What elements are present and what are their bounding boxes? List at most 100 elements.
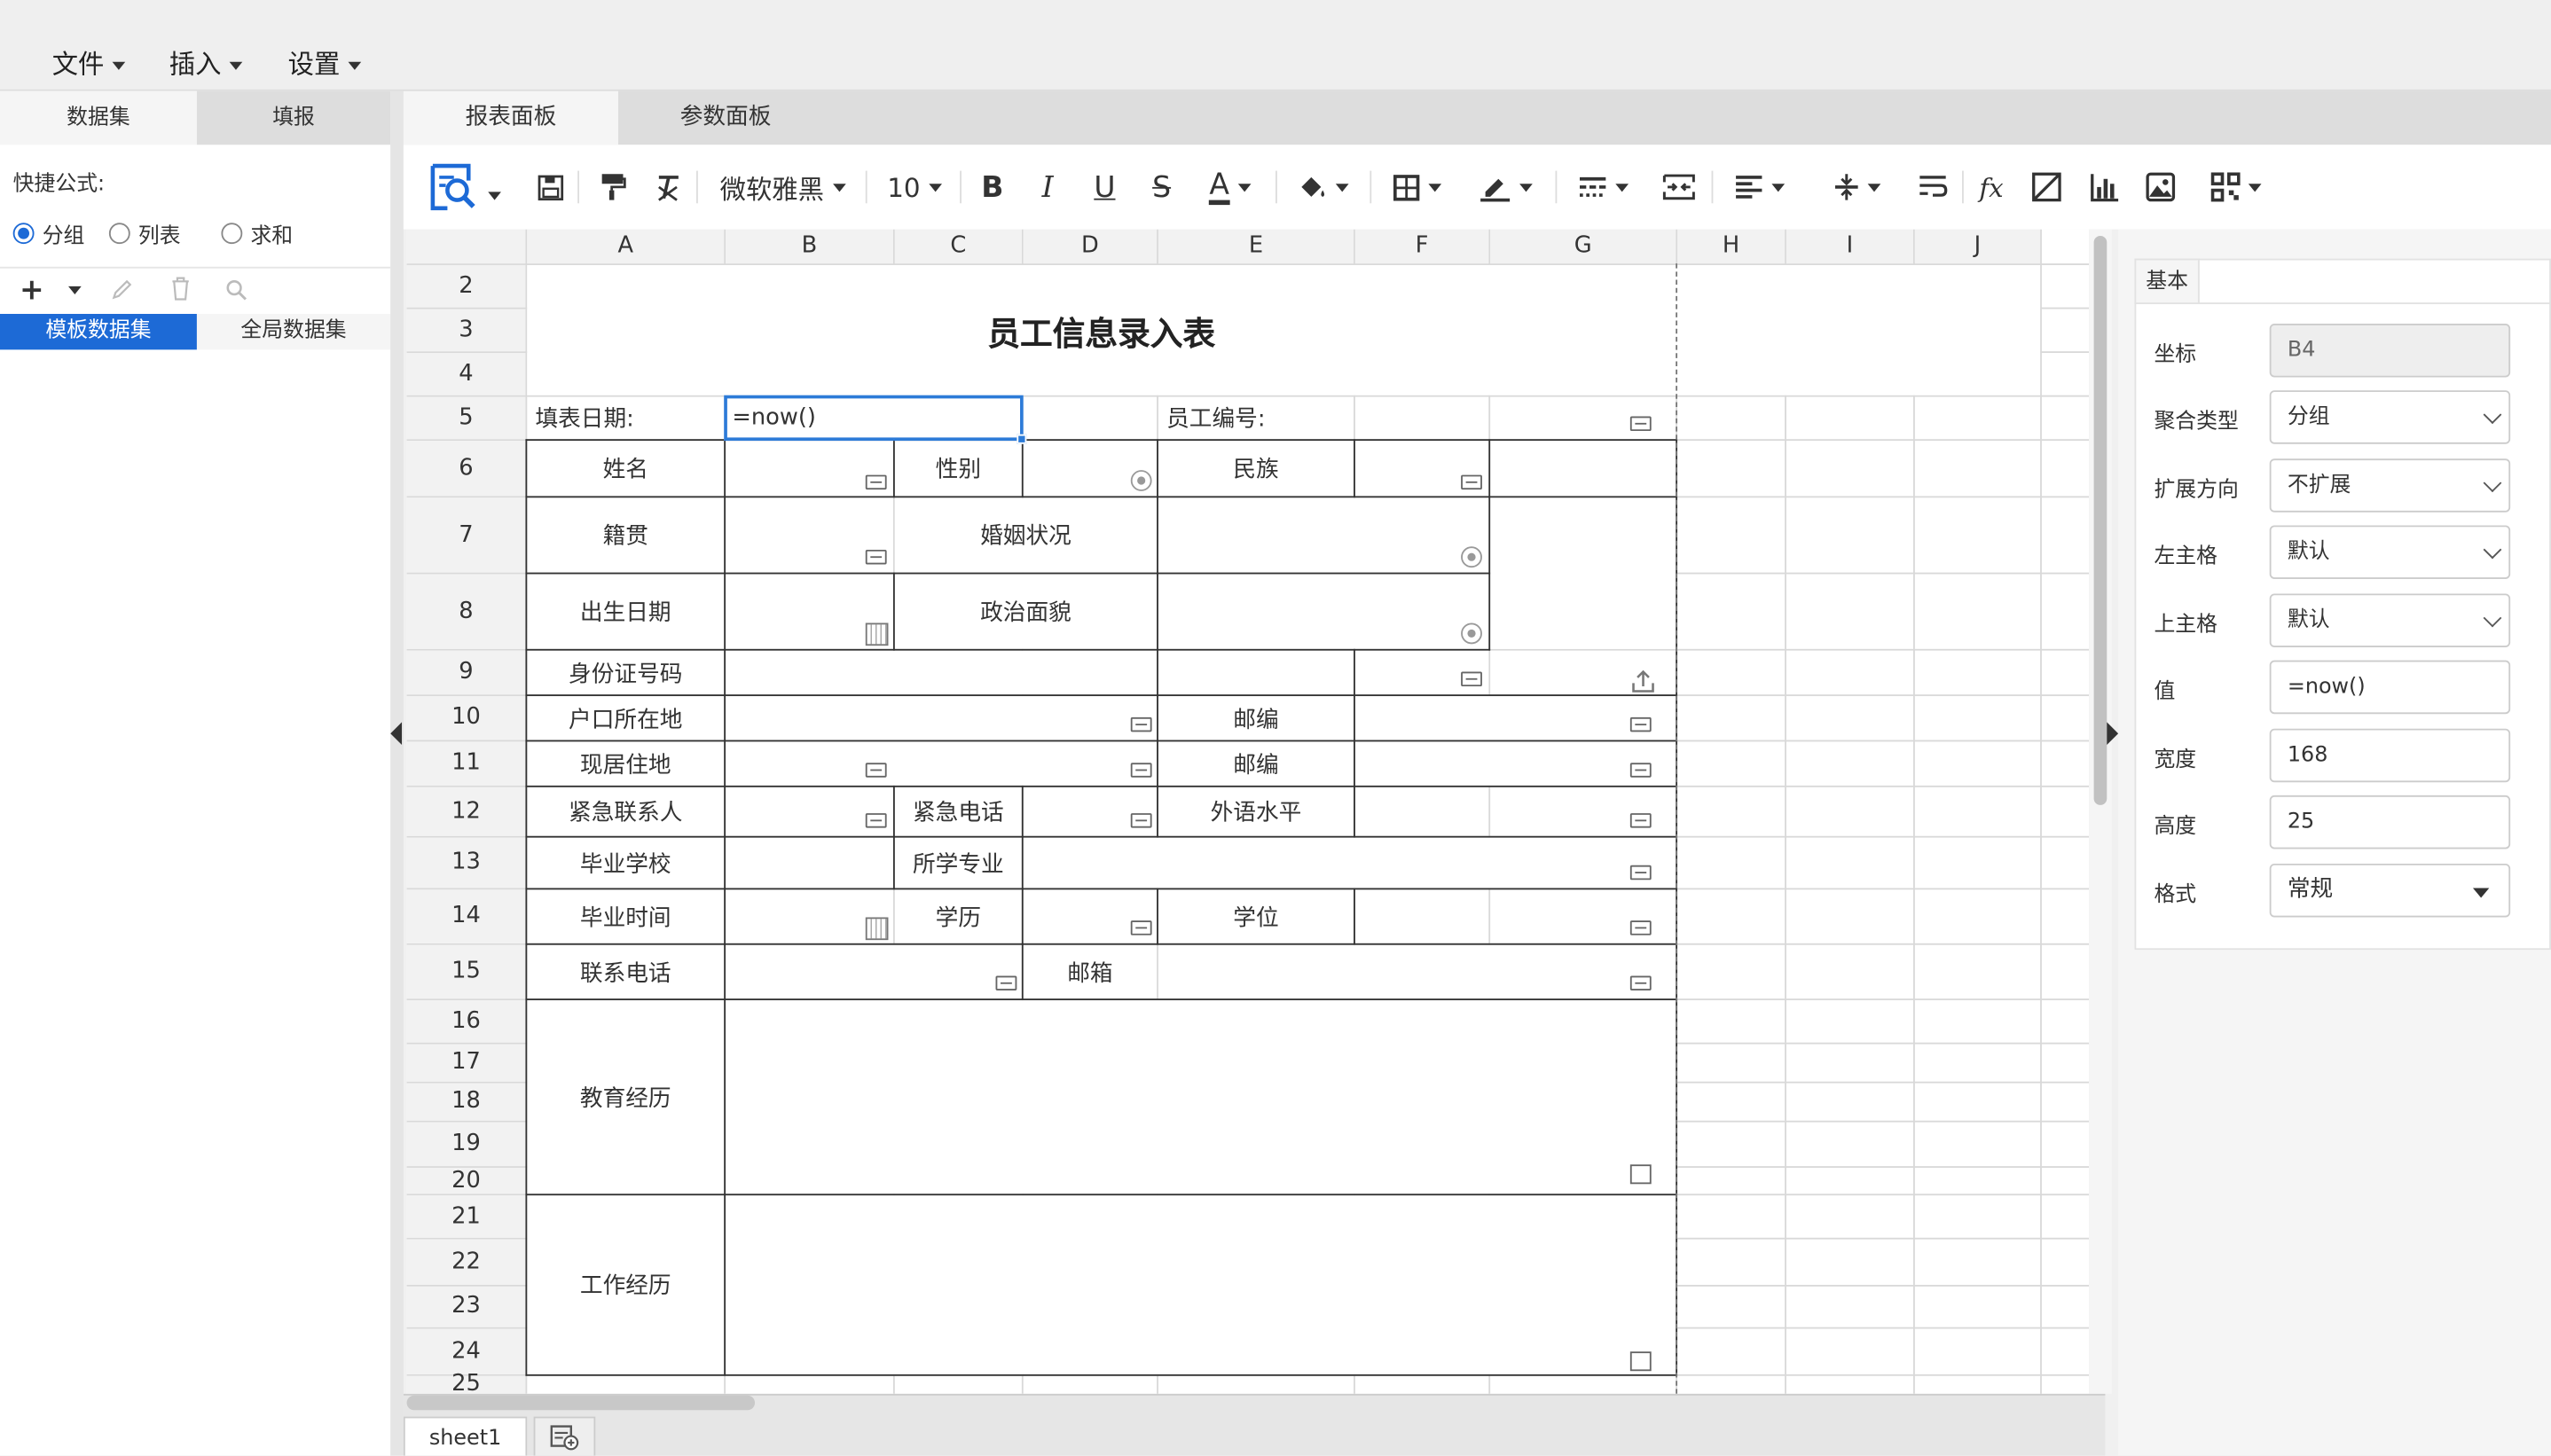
label-current-address[interactable]: 现居住地: [527, 741, 724, 786]
left-parent-select[interactable]: 默认: [2269, 525, 2511, 579]
menu-file[interactable]: 文件: [52, 43, 126, 82]
italic-button[interactable]: I: [1028, 154, 1067, 219]
row-header-13[interactable]: 13: [406, 837, 526, 888]
employee-no-label[interactable]: 员工编号:: [1158, 397, 1354, 440]
slash-cell-button[interactable]: [2027, 154, 2066, 219]
tab-fill[interactable]: 填报: [196, 90, 391, 145]
tab-param-panel[interactable]: 参数面板: [618, 91, 833, 145]
radio-unchecked-icon[interactable]: [108, 223, 130, 245]
format-painter-button[interactable]: [593, 154, 632, 219]
row-header-9[interactable]: 9: [406, 650, 526, 695]
left-splitter[interactable]: [390, 90, 404, 1456]
row-header-11[interactable]: 11: [406, 741, 526, 786]
row-header-5[interactable]: 5: [406, 396, 526, 440]
merged-cell[interactable]: [1023, 837, 1676, 888]
row-header-6[interactable]: 6: [406, 441, 526, 497]
collapse-left-icon[interactable]: [390, 722, 403, 746]
column-header-d[interactable]: D: [1023, 229, 1158, 264]
radio-checked-icon[interactable]: [12, 223, 35, 245]
row-header-19[interactable]: 19: [406, 1122, 526, 1167]
tab-template-dataset[interactable]: 模板数据集: [0, 313, 197, 350]
label-gender[interactable]: 性别: [895, 441, 1022, 496]
font-family-select[interactable]: 微软雅黑: [710, 154, 856, 219]
label-foreign-language[interactable]: 外语水平: [1158, 787, 1354, 836]
sheet-tab[interactable]: sheet1: [403, 1416, 528, 1456]
label-name[interactable]: 姓名: [527, 441, 724, 496]
merged-cell[interactable]: [1158, 944, 1676, 999]
row-header-25[interactable]: 25: [406, 1373, 526, 1394]
upload-icon[interactable]: [1630, 669, 1656, 694]
spreadsheet-grid[interactable]: ABCDEFGHIJ123456789101112131415161718192…: [406, 229, 2090, 1394]
label-email[interactable]: 邮箱: [1024, 945, 1157, 999]
merged-cell[interactable]: [726, 741, 1158, 786]
menu-settings[interactable]: 设置: [288, 43, 362, 82]
row-header-12[interactable]: 12: [406, 787, 526, 836]
delete-icon[interactable]: [169, 277, 192, 301]
qrcode-button[interactable]: [2200, 154, 2272, 219]
scrollbar-thumb[interactable]: [2093, 235, 2108, 805]
merge-cells-button[interactable]: [1660, 154, 1699, 219]
edit-icon[interactable]: [111, 278, 134, 301]
tab-dataset[interactable]: 数据集: [0, 90, 197, 145]
label-major[interactable]: 所学专业: [895, 838, 1022, 888]
row-header-15[interactable]: 15: [406, 944, 526, 999]
column-header-i[interactable]: I: [1786, 229, 1914, 264]
font-color-button[interactable]: A: [1197, 154, 1262, 219]
value-field[interactable]: =now(): [2269, 660, 2511, 715]
row-header-24[interactable]: 24: [406, 1328, 526, 1374]
merged-cell[interactable]: [1490, 441, 1676, 649]
column-header-g[interactable]: G: [1490, 229, 1676, 264]
strikethrough-button[interactable]: S: [1142, 154, 1181, 219]
clear-format-button[interactable]: [648, 154, 687, 219]
row-header-3[interactable]: 3: [406, 309, 526, 352]
label-political-status[interactable]: 政治面貌: [895, 574, 1157, 648]
image-button[interactable]: [2141, 154, 2180, 219]
label-birth-date[interactable]: 出生日期: [527, 574, 724, 648]
tab-global-dataset[interactable]: 全局数据集: [196, 313, 391, 350]
row-header-7[interactable]: 7: [406, 497, 526, 573]
label-phone[interactable]: 联系电话: [527, 945, 724, 999]
radio-unchecked-icon[interactable]: [221, 223, 243, 245]
label-native-place[interactable]: 籍贯: [527, 497, 724, 572]
row-header-18[interactable]: 18: [406, 1083, 526, 1121]
wrap-text-button[interactable]: [1913, 154, 1952, 219]
row-header-10[interactable]: 10: [406, 696, 526, 740]
label-emergency-phone[interactable]: 紧急电话: [895, 787, 1022, 836]
vertical-scrollbar[interactable]: [2089, 229, 2112, 1394]
preview-button[interactable]: [420, 154, 507, 219]
column-header-b[interactable]: B: [726, 229, 893, 264]
label-school[interactable]: 毕业学校: [527, 838, 724, 888]
border-color-button[interactable]: [1471, 154, 1539, 219]
save-button[interactable]: [530, 154, 569, 219]
collapse-right-icon[interactable]: [2107, 722, 2119, 746]
font-size-select[interactable]: 10: [878, 154, 950, 219]
add-sheet-button[interactable]: [533, 1416, 596, 1456]
row-header-23[interactable]: 23: [406, 1286, 526, 1327]
merged-cell[interactable]: [726, 650, 1489, 695]
row-header-16[interactable]: 16: [406, 1000, 526, 1043]
label-emergency-contact[interactable]: 紧急联系人: [527, 787, 724, 836]
top-parent-select[interactable]: 默认: [2269, 593, 2511, 648]
selected-cell-b4[interactable]: =now(): [724, 395, 1024, 442]
merged-cell[interactable]: [726, 1000, 1676, 1194]
width-field[interactable]: 168: [2269, 728, 2511, 783]
agg-type-select[interactable]: 分组: [2269, 390, 2511, 444]
column-header-h[interactable]: H: [1677, 229, 1786, 264]
label-graduation-time[interactable]: 毕业时间: [527, 889, 724, 943]
label-work-history[interactable]: 工作经历: [527, 1195, 724, 1374]
radio-sum-option[interactable]: 求和: [221, 218, 293, 249]
tab-report-panel[interactable]: 报表面板: [403, 90, 618, 145]
label-marital-status[interactable]: 婚姻状况: [895, 497, 1157, 572]
vertical-align-button[interactable]: [1822, 154, 1890, 219]
tab-basic[interactable]: 基本: [2134, 258, 2200, 304]
chart-button[interactable]: [2085, 154, 2124, 219]
radio-list-option[interactable]: 列表: [108, 218, 181, 249]
bold-button[interactable]: B: [973, 154, 1012, 219]
row-header-4[interactable]: 4: [406, 353, 526, 395]
row-header-14[interactable]: 14: [406, 889, 526, 943]
merged-cell[interactable]: [1354, 696, 1676, 740]
column-header-f[interactable]: F: [1354, 229, 1489, 264]
menu-insert[interactable]: 插入: [169, 43, 243, 82]
expand-direction-select[interactable]: 不扩展: [2269, 458, 2511, 513]
label-ethnicity[interactable]: 民族: [1158, 441, 1354, 496]
